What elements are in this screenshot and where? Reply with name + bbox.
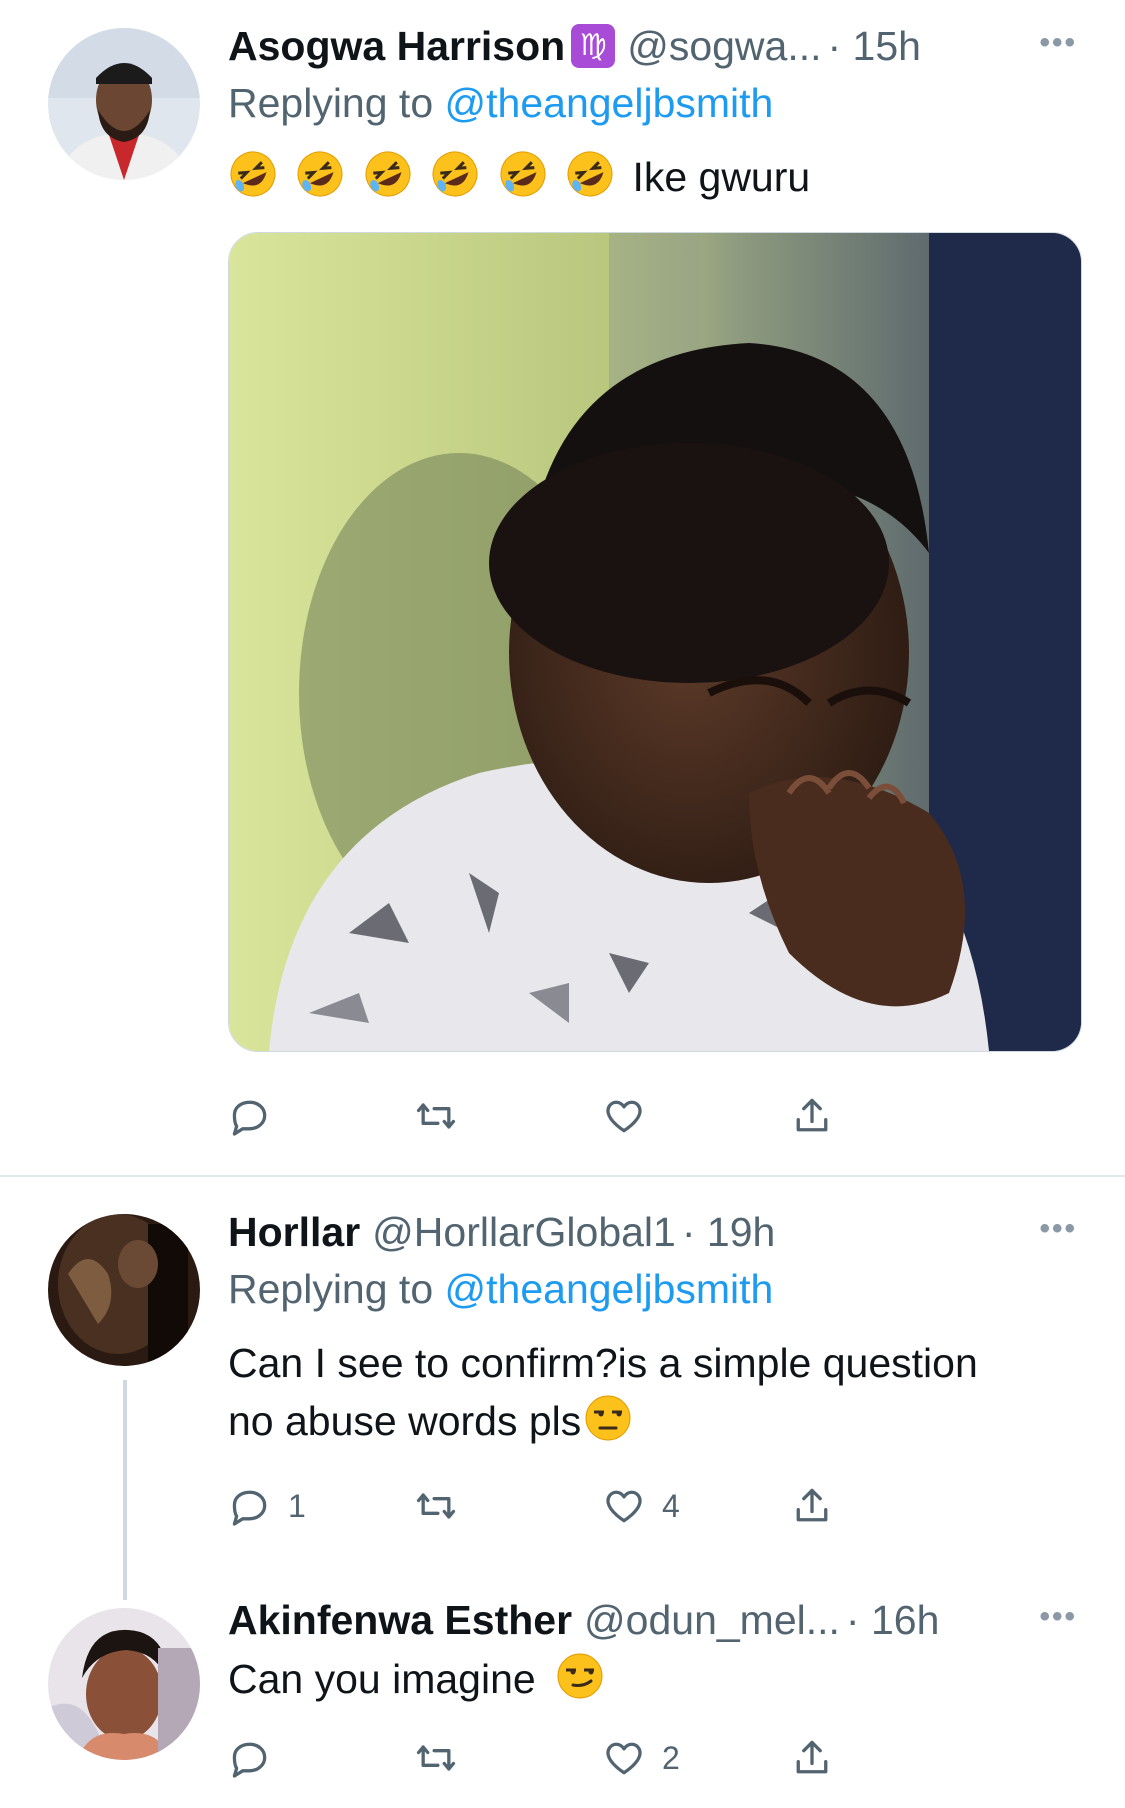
tweet-3[interactable]: Akinfenwa Esther @odun_mel... · 16h ••• … [0, 1597, 1125, 1808]
like-icon [606, 1490, 642, 1523]
smirk-emoji-icon [557, 1653, 603, 1699]
rofl-emoji-icon [365, 151, 411, 197]
tweet-text-body: Can you imagine [228, 1656, 536, 1702]
share-button[interactable] [790, 1086, 834, 1146]
tweet-actions [228, 1086, 1085, 1146]
tweet-divider [0, 1175, 1125, 1177]
author-handle[interactable]: @sogwa... [627, 23, 821, 70]
rofl-emoji-row [228, 151, 632, 200]
tweet-text: Can you imagine [228, 1650, 1085, 1708]
rofl-emoji-icon [432, 151, 478, 197]
tweet-1[interactable]: Asogwa Harrison ♍ @sogwa... · 15h ••• Re… [0, 0, 1125, 1175]
replying-to: Replying to @theangeljbsmith [228, 80, 1085, 132]
more-icon[interactable]: ••• [1039, 26, 1077, 60]
rofl-emoji-icon [230, 151, 276, 197]
rofl-emoji-icon [500, 151, 546, 197]
share-icon [796, 1488, 828, 1522]
tweet-header: Akinfenwa Esther @odun_mel... · 16h ••• [228, 1594, 1085, 1646]
replying-label: Replying to [228, 80, 434, 126]
tweet-header: Asogwa Harrison ♍ @sogwa... · 15h ••• [228, 20, 1085, 72]
tweet-actions: 1 4 [228, 1476, 1085, 1536]
virgo-zodiac-icon: ♍ [571, 24, 616, 68]
rofl-emoji-icon [297, 151, 343, 197]
tweet-text-line-2: no abuse words pls [228, 1392, 1085, 1450]
tweet-text: Ike gwuru [228, 148, 1085, 206]
mention-link[interactable]: @theangeljbsmith [445, 1266, 774, 1312]
like-icon [606, 1100, 642, 1133]
tweet-text-line: Can I see to confirm?is a simple questio… [228, 1340, 978, 1386]
tweet-actions: 2 [228, 1728, 1085, 1788]
reply-button[interactable] [228, 1086, 288, 1146]
thread-connector [123, 1380, 127, 1600]
like-button[interactable]: 2 [602, 1728, 680, 1788]
share-button[interactable] [790, 1728, 834, 1788]
retweet-button[interactable] [414, 1476, 474, 1536]
replying-to: Replying to @theangeljbsmith [228, 1266, 1085, 1318]
reply-button[interactable]: 1 [228, 1476, 306, 1536]
share-button[interactable] [790, 1476, 834, 1536]
retweet-icon [416, 1745, 456, 1771]
tweet-2[interactable]: Horllar @HorllarGlobal1 · 19h ••• Replyi… [0, 1180, 1125, 1600]
retweet-icon [416, 1493, 456, 1519]
author-handle[interactable]: @odun_mel... [584, 1597, 840, 1644]
tweet-media-image[interactable] [228, 232, 1082, 1052]
avatar[interactable] [48, 1214, 200, 1366]
more-icon[interactable]: ••• [1039, 1600, 1077, 1634]
rofl-emoji-icon [567, 151, 613, 197]
tweet-time[interactable]: · 16h [846, 1597, 939, 1644]
share-icon [796, 1740, 828, 1774]
avatar[interactable] [48, 28, 200, 180]
retweet-button[interactable] [414, 1086, 474, 1146]
reply-button[interactable] [228, 1728, 288, 1788]
tweet-text-line: no abuse words pls [228, 1398, 582, 1444]
like-count: 2 [662, 1739, 680, 1776]
mention-link[interactable]: @theangeljbsmith [445, 80, 774, 126]
unamused-emoji-icon [585, 1395, 631, 1441]
author-handle[interactable]: @HorllarGlobal1 [372, 1209, 676, 1256]
tweet-header: Horllar @HorllarGlobal1 · 19h ••• [228, 1206, 1085, 1258]
like-button[interactable] [602, 1086, 662, 1146]
tweet-time[interactable]: · 19h [682, 1209, 775, 1256]
like-button[interactable]: 4 [602, 1476, 680, 1536]
author-name[interactable]: Asogwa Harrison [228, 23, 565, 70]
retweet-icon [416, 1103, 456, 1129]
retweet-button[interactable] [414, 1728, 474, 1788]
avatar[interactable] [48, 1608, 200, 1760]
more-icon[interactable]: ••• [1039, 1212, 1077, 1246]
author-name[interactable]: Akinfenwa Esther [228, 1597, 572, 1644]
reply-icon [232, 1742, 267, 1778]
tweet-text: Can I see to confirm?is a simple questio… [228, 1334, 1085, 1450]
author-name[interactable]: Horllar [228, 1209, 360, 1256]
replying-label: Replying to [228, 1266, 434, 1312]
like-count: 4 [662, 1487, 680, 1524]
tweet-time[interactable]: · 15h [828, 23, 921, 70]
tweet-text-body: Ike gwuru [632, 154, 811, 200]
reply-icon [232, 1490, 267, 1526]
reply-icon [232, 1100, 267, 1136]
reply-count: 1 [288, 1487, 306, 1524]
like-icon [606, 1742, 642, 1775]
share-icon [796, 1098, 828, 1132]
